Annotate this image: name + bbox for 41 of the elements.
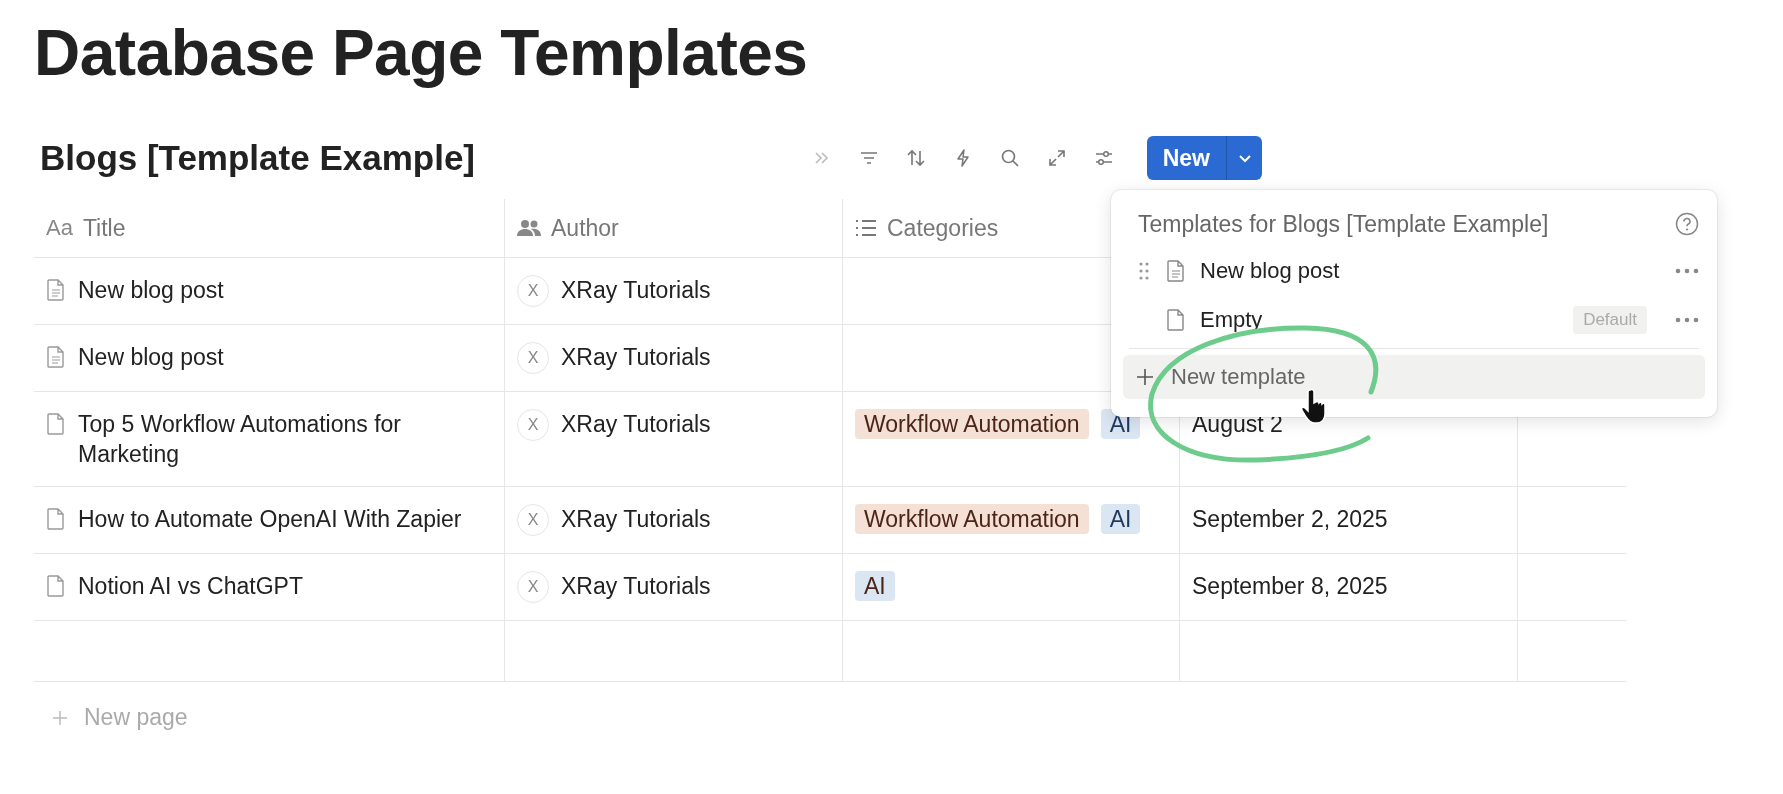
database-title: Blogs [Template Example] bbox=[40, 138, 476, 178]
new-dropdown-button[interactable] bbox=[1226, 136, 1262, 180]
new-template-button[interactable]: New template bbox=[1123, 355, 1705, 399]
list-icon bbox=[855, 219, 877, 237]
help-icon[interactable] bbox=[1675, 212, 1699, 236]
date-cell-text: September 8, 2025 bbox=[1192, 572, 1388, 601]
date-cell-text: September 2, 2025 bbox=[1192, 505, 1388, 534]
column-header[interactable]: Categories bbox=[887, 214, 999, 242]
text-icon: Aa bbox=[46, 215, 73, 241]
people-icon bbox=[517, 219, 541, 237]
template-item[interactable]: New blog post bbox=[1200, 257, 1661, 284]
menu-title: Templates for Blogs [Template Example] bbox=[1138, 210, 1549, 238]
drag-handle-icon[interactable] bbox=[1138, 260, 1150, 281]
category-tag: AI bbox=[855, 571, 895, 601]
author-name: XRay Tutorials bbox=[561, 572, 711, 601]
column-header[interactable]: Title bbox=[82, 214, 126, 242]
plus-icon bbox=[52, 709, 68, 726]
more-icon[interactable] bbox=[1675, 316, 1699, 323]
author-name: XRay Tutorials bbox=[561, 343, 711, 372]
page-title: Database Page Templates bbox=[34, 18, 809, 88]
author-name: XRay Tutorials bbox=[561, 276, 711, 305]
category-tag: AI bbox=[1100, 504, 1141, 534]
settings-icon[interactable] bbox=[1093, 148, 1114, 168]
author-name: XRay Tutorials bbox=[561, 410, 711, 439]
page-title-cell[interactable]: Notion AI vs ChatGPT bbox=[78, 571, 303, 601]
default-badge: Default bbox=[1573, 305, 1647, 334]
template-item[interactable]: Empty bbox=[1200, 306, 1560, 333]
more-icon[interactable] bbox=[1675, 267, 1699, 274]
page-title-cell[interactable]: New blog post bbox=[78, 275, 224, 305]
page-title-cell[interactable]: Top 5 Workflow Automations for Marketing bbox=[78, 409, 492, 469]
category-tag: Workflow Automation bbox=[855, 504, 1089, 534]
sort-icon[interactable] bbox=[905, 148, 926, 168]
column-header[interactable]: Author bbox=[551, 214, 619, 242]
plus-icon bbox=[1135, 367, 1155, 387]
search-icon[interactable] bbox=[999, 148, 1020, 168]
new-button[interactable]: New bbox=[1146, 136, 1226, 180]
author-name: XRay Tutorials bbox=[561, 505, 711, 534]
category-tag: Workflow Automation bbox=[855, 409, 1089, 439]
page-title-cell[interactable]: How to Automate OpenAI With Zapier bbox=[78, 504, 462, 534]
page-title-cell[interactable]: New blog post bbox=[78, 342, 224, 372]
expand-icon[interactable] bbox=[1046, 148, 1067, 168]
